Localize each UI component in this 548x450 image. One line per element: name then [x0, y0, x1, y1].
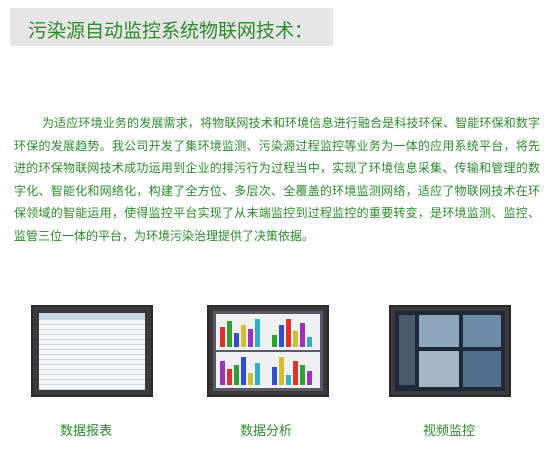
spreadsheet-screen	[39, 313, 145, 390]
data-analysis-image[interactable]	[207, 305, 329, 397]
video-monitoring-caption[interactable]: 视频监控	[423, 420, 475, 439]
intro-paragraph: 为适应环境业务的发展需求，将物联网技术和环境信息进行融合是科技环保、智能环保和数…	[14, 116, 540, 243]
data-report-image[interactable]	[31, 305, 153, 397]
video-monitoring-image[interactable]	[389, 305, 511, 397]
data-report-caption[interactable]: 数据报表	[60, 420, 112, 439]
data-analysis-caption[interactable]: 数据分析	[240, 420, 292, 439]
section-title-box: 污染源自动监控系统物联网技术：	[10, 8, 333, 46]
video-wall-screen	[395, 311, 505, 391]
chart-dashboard-screen	[213, 311, 323, 391]
section-title: 污染源自动监控系统物联网技术：	[28, 20, 314, 42]
